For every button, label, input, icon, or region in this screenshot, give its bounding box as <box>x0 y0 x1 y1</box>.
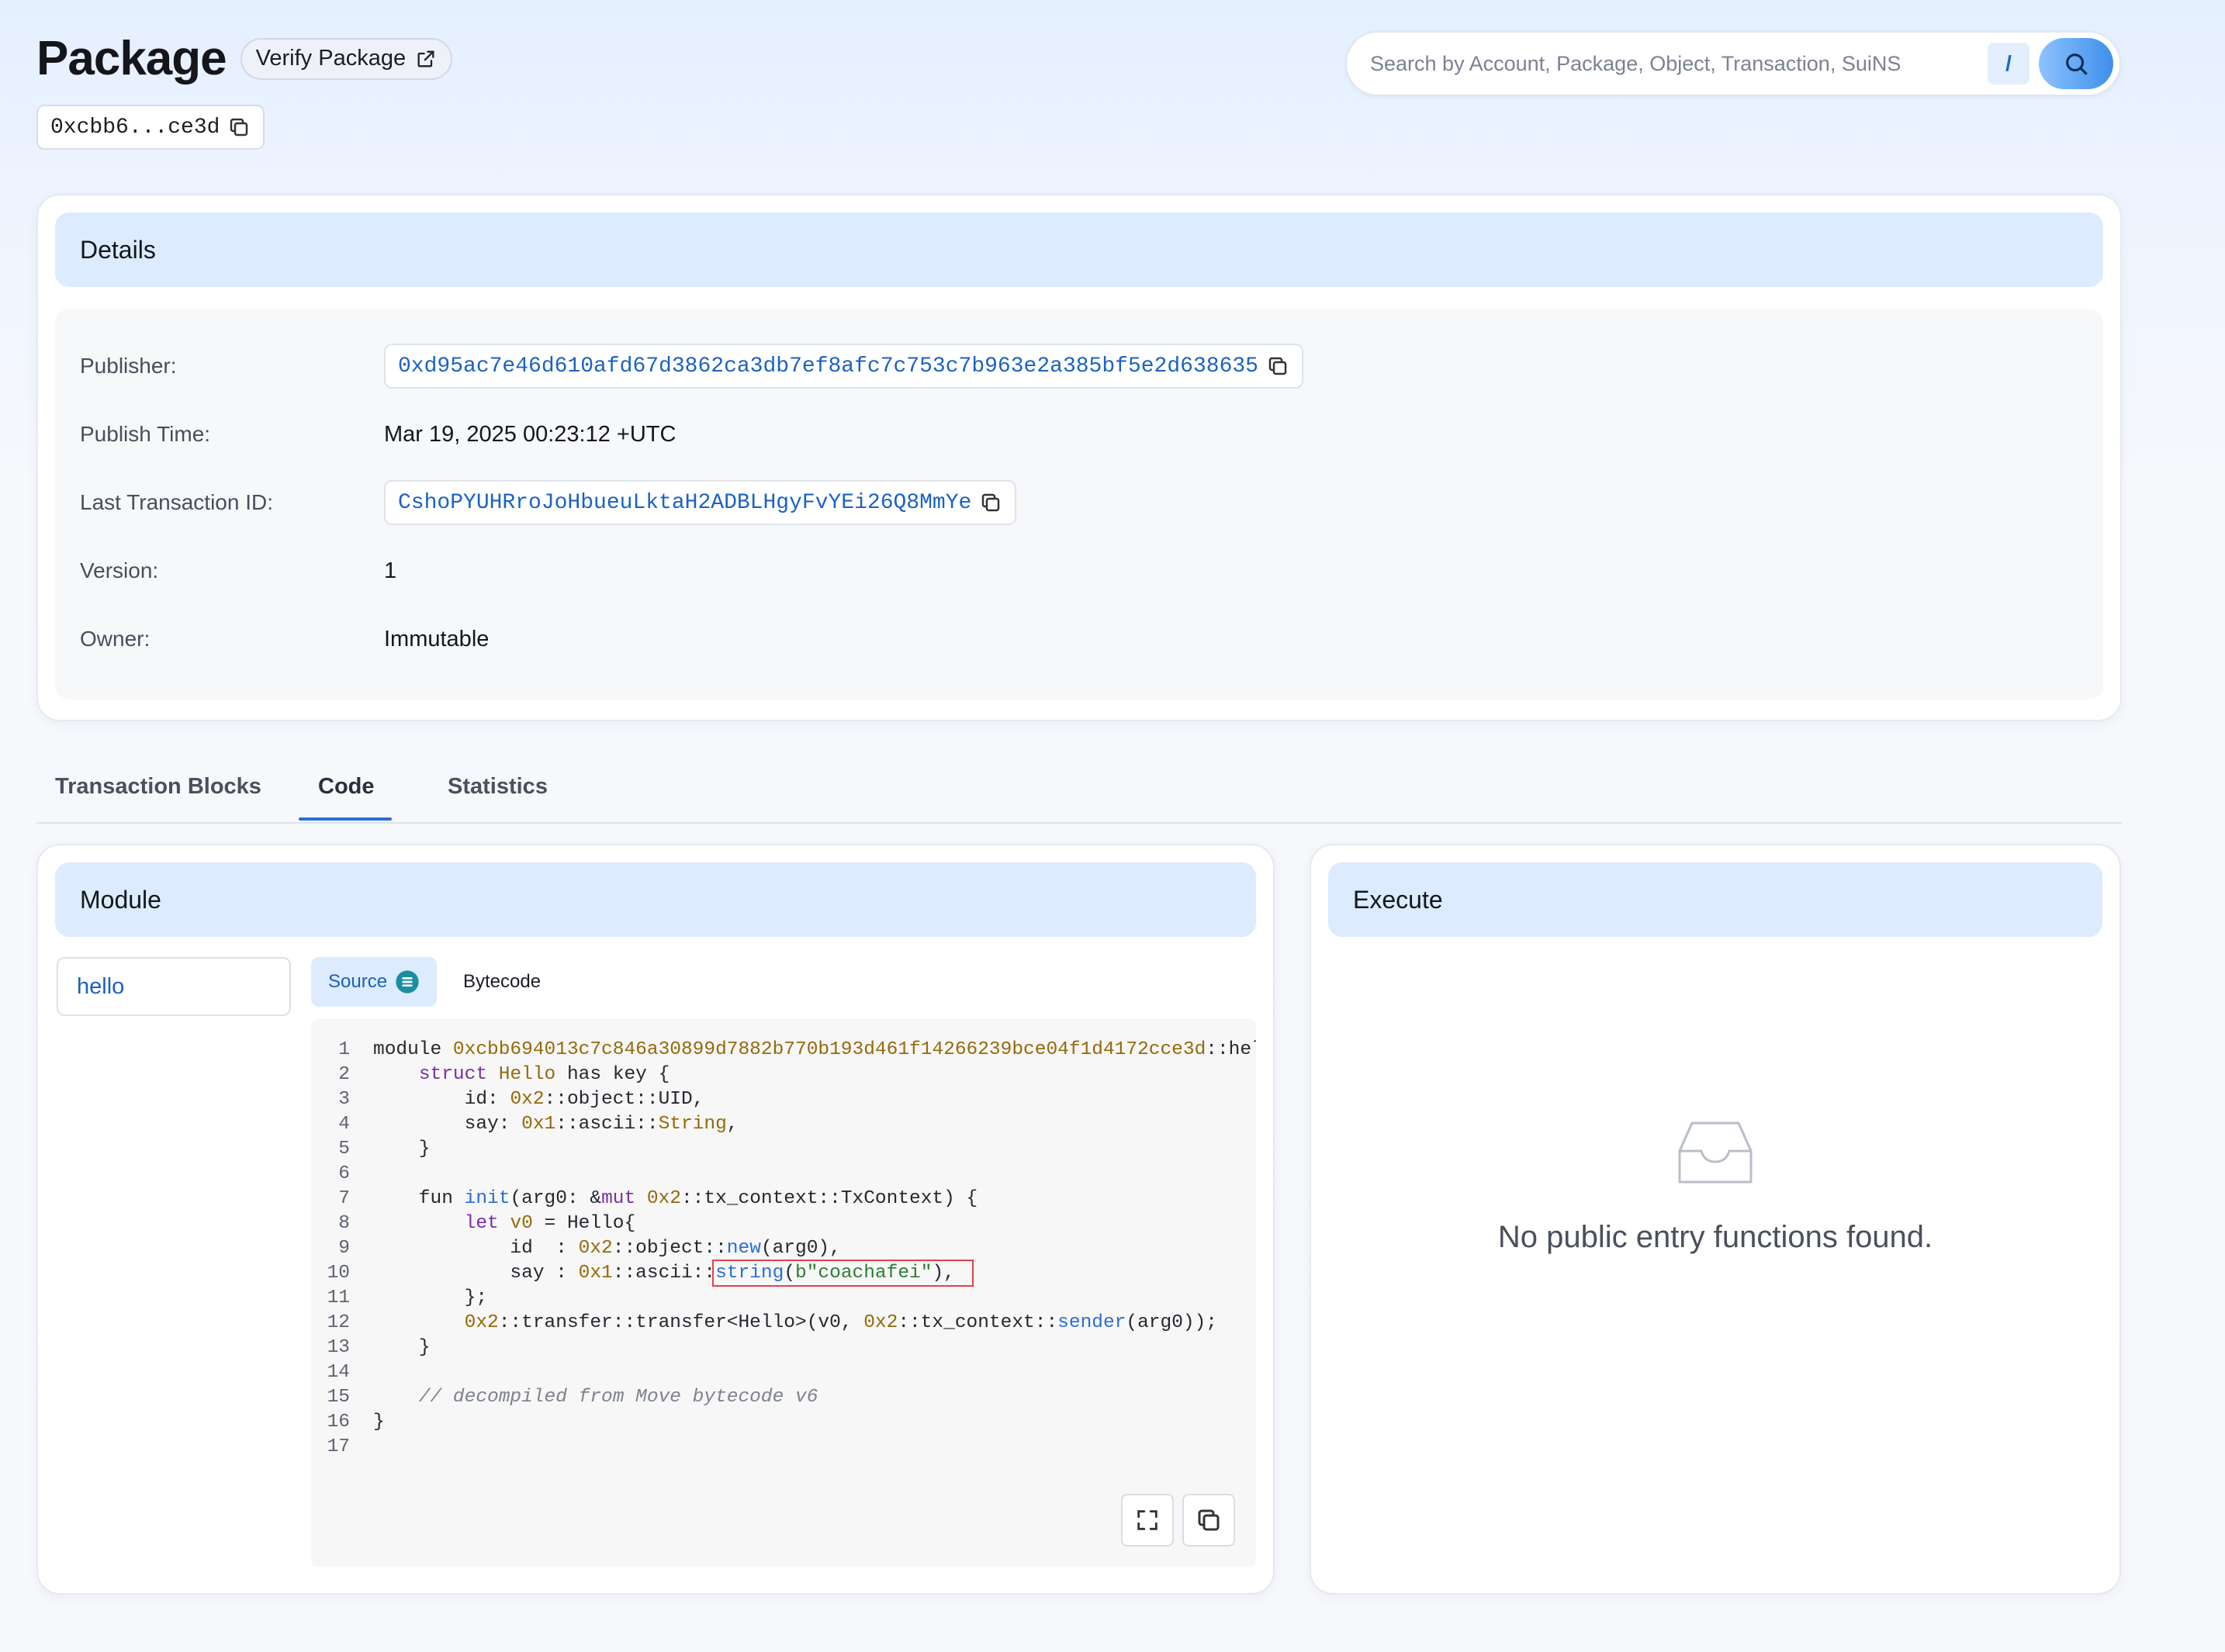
detail-row-publisher: Publisher: 0xd95ac7e46d610afd67d3862ca3d… <box>80 343 1303 389</box>
code-line: 16} <box>327 1412 385 1433</box>
code-line: 9 id : 0x2::object::new(arg0), <box>338 1238 841 1259</box>
code-viewer: 1 module 0xcbb694013c7c846a30899d7882b770… <box>311 1019 1256 1567</box>
owner-value: Immutable <box>384 626 490 651</box>
detail-label: Last Transaction ID: <box>80 490 274 514</box>
code-line: 12 0x2::transfer::transfer<Hello>(v0, 0x… <box>327 1312 1218 1333</box>
code-line: 14 <box>327 1362 350 1383</box>
search-button[interactable] <box>2039 38 2113 89</box>
module-address-token: 0xcbb694013c7c846a30899d7882b770b193d461… <box>452 1039 1206 1060</box>
code-comment: // decompiled from Move bytecode v6 <box>418 1387 818 1408</box>
module-header: Module <box>55 862 1256 937</box>
active-tab-indicator <box>299 817 392 821</box>
say-string-value: coachafei <box>818 1263 921 1284</box>
details-card: Details Publisher: 0xd95ac7e46d610afd67d… <box>36 194 2122 721</box>
bytecode-tab[interactable]: Bytecode <box>463 957 541 1007</box>
source-tab-label: Source <box>328 971 388 992</box>
code-line: 5 } <box>338 1139 431 1160</box>
empty-state-message: No public entry functions found. <box>1497 1220 1933 1254</box>
verify-package-button[interactable]: Verify Package <box>240 37 453 80</box>
code-line: 1 module 0xcbb694013c7c846a30899d7882b770… <box>338 1039 1256 1060</box>
highlighted-code-span: string(b"coachafei"), <box>712 1260 974 1287</box>
detail-label: Version: <box>80 558 159 582</box>
verify-package-label: Verify Package <box>255 46 407 71</box>
package-address: 0xcbb6...ce3d <box>50 115 220 140</box>
empty-inbox-icon <box>1678 1121 1753 1184</box>
code-line: 3 id: 0x2::object::UID, <box>338 1089 704 1110</box>
last-transaction-id: CshoPYUHRroJoHbueuLktaH2ADBLHgyFvYEi26Q8… <box>398 490 972 515</box>
detail-label: Publish Time: <box>80 422 211 446</box>
copy-icon[interactable] <box>227 116 251 139</box>
detail-row-last-transaction: Last Transaction ID: CshoPYUHRroJoHbueuL… <box>80 479 1017 526</box>
package-address-chip[interactable]: 0xcbb6...ce3d <box>36 105 265 150</box>
code-line: 11 }; <box>327 1287 488 1308</box>
module-list-item-hello[interactable]: hello <box>57 957 291 1016</box>
search-input[interactable] <box>1370 51 1988 76</box>
copy-icon[interactable] <box>1266 354 1289 378</box>
source-tab[interactable]: Source <box>311 957 438 1007</box>
publish-time-value: Mar 19, 2025 00:23:12 +UTC <box>384 421 676 447</box>
publisher-address-link[interactable]: 0xd95ac7e46d610afd67d3862ca3db7ef8afc7c7… <box>384 344 1303 389</box>
code-line: 13 } <box>327 1337 431 1358</box>
detail-row-owner: Owner: Immutable <box>80 616 489 662</box>
code-line: 4 say: 0x1::ascii::String, <box>338 1114 739 1135</box>
search-icon <box>2066 54 2088 75</box>
code-line: 7 fun init(arg0: &mut 0x2::tx_context::T… <box>338 1188 978 1209</box>
tab-transaction-blocks[interactable]: Transaction Blocks <box>55 774 261 800</box>
code-line: 10 say : 0x1::ascii::string(b"coachafei"… <box>311 1260 1256 1287</box>
detail-row-publish-time: Publish Time: Mar 19, 2025 00:23:12 +UTC <box>80 411 676 458</box>
detail-row-version: Version: 1 <box>80 548 396 594</box>
details-header: Details <box>55 213 2103 287</box>
execute-card: Execute No public entry functions found. <box>1310 844 2121 1595</box>
source-code: 1 module 0xcbb694013c7c846a30899d7882b770… <box>311 1038 1256 1460</box>
detail-label: Publisher: <box>80 354 177 378</box>
copy-code-button[interactable] <box>1182 1494 1235 1547</box>
package-tabs: Transaction Blocks Code Statistics <box>36 752 2122 824</box>
expand-icon <box>1137 1510 1157 1530</box>
last-transaction-link[interactable]: CshoPYUHRroJoHbueuLktaH2ADBLHgyFvYEi26Q8… <box>384 480 1017 525</box>
details-body: Publisher: 0xd95ac7e46d610afd67d3862ca3d… <box>55 309 2103 700</box>
code-line: 2 struct Hello has key { <box>338 1064 670 1085</box>
fullscreen-button[interactable] <box>1121 1494 1174 1547</box>
publisher-address: 0xd95ac7e46d610afd67d3862ca3db7ef8afc7c7… <box>398 354 1258 378</box>
copy-icon <box>1198 1509 1220 1531</box>
version-value: 1 <box>384 558 397 583</box>
module-card: Module hello Source Bytecode 1 module 0xc… <box>36 844 1275 1595</box>
tab-code[interactable]: Code <box>318 774 375 800</box>
search-shortcut-key: / <box>1988 43 2029 85</box>
code-line: 17 <box>327 1436 350 1457</box>
page-header: Package Verify Package 0xcbb6...ce3d <box>36 31 453 150</box>
verified-source-icon <box>396 970 419 994</box>
external-link-icon <box>417 50 434 67</box>
copy-icon[interactable] <box>979 491 1002 514</box>
global-search: / <box>1345 31 2121 96</box>
empty-state: No public entry functions found. <box>1311 1117 2119 1255</box>
detail-label: Owner: <box>80 627 151 651</box>
tab-statistics[interactable]: Statistics <box>448 774 548 800</box>
page-title: Package <box>36 32 227 85</box>
title-row: Package Verify Package <box>36 31 453 86</box>
code-line: 6 <box>338 1163 350 1184</box>
code-line: 15 // decompiled from Move bytecode v6 <box>327 1387 818 1408</box>
code-line: 8 let v0 = Hello{ <box>338 1213 636 1234</box>
execute-header: Execute <box>1328 862 2102 937</box>
